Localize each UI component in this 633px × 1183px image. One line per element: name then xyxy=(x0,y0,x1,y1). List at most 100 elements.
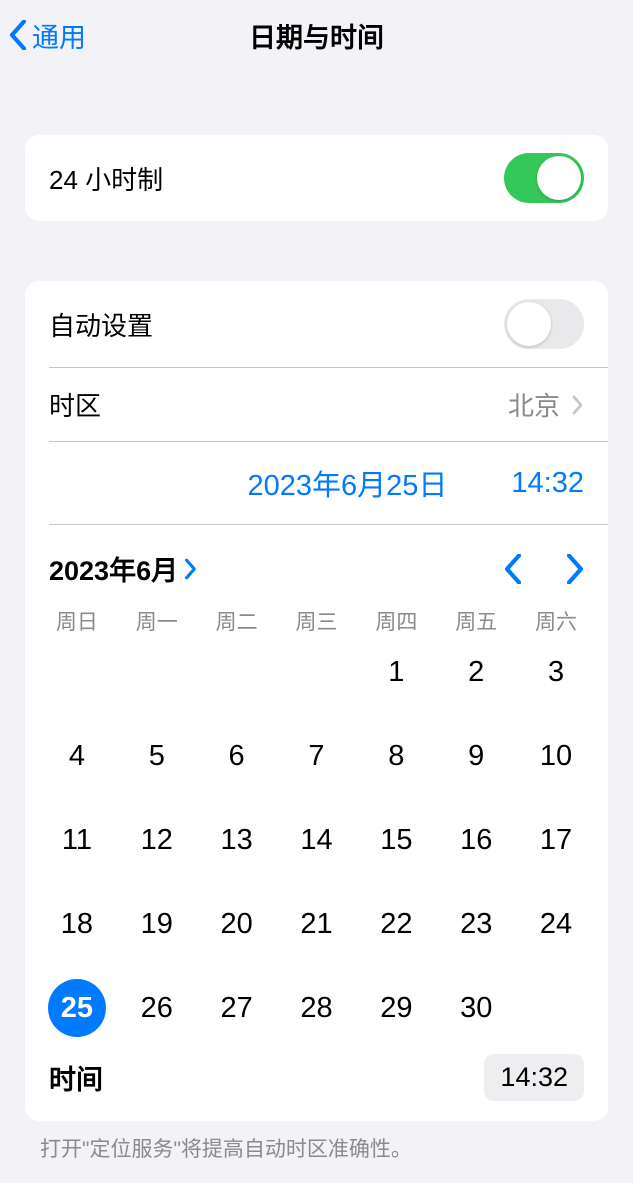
day-number: 16 xyxy=(447,811,505,869)
footer-note: 打开"定位服务"将提高自动时区准确性。 xyxy=(0,1121,633,1163)
toggle-24hour[interactable] xyxy=(504,153,584,203)
calendar-grid: 1234567891011121314151617181920212223242… xyxy=(25,642,608,1048)
chevron-right-icon xyxy=(184,558,198,580)
day-cell[interactable]: 24 xyxy=(516,894,596,954)
day-number: 17 xyxy=(527,811,585,869)
row-autoset: 自动设置 xyxy=(25,281,608,367)
row-autoset-label: 自动设置 xyxy=(49,306,153,343)
weekday-label: 周三 xyxy=(277,606,357,636)
day-number: 27 xyxy=(208,979,266,1037)
day-cell[interactable]: 21 xyxy=(277,894,357,954)
day-cell[interactable]: 7 xyxy=(277,726,357,786)
day-cell[interactable]: 17 xyxy=(516,810,596,870)
day-cell-empty xyxy=(197,642,277,702)
day-number: 15 xyxy=(367,811,425,869)
weekday-label: 周二 xyxy=(197,606,277,636)
day-number: 22 xyxy=(367,895,425,953)
day-number: 3 xyxy=(527,643,585,701)
chevron-right-icon xyxy=(572,395,584,415)
day-cell[interactable]: 14 xyxy=(277,810,357,870)
day-number: 28 xyxy=(287,979,345,1037)
day-cell[interactable]: 9 xyxy=(436,726,516,786)
day-number: 2 xyxy=(447,643,505,701)
day-number: 21 xyxy=(287,895,345,953)
day-cell[interactable]: 18 xyxy=(37,894,117,954)
day-number: 18 xyxy=(48,895,106,953)
day-cell-empty xyxy=(37,642,117,702)
day-number: 13 xyxy=(208,811,266,869)
toggle-autoset[interactable] xyxy=(504,299,584,349)
day-cell-empty xyxy=(117,642,197,702)
current-time[interactable]: 14:32 xyxy=(511,467,584,500)
back-label: 通用 xyxy=(32,16,86,55)
weekday-label: 周四 xyxy=(356,606,436,636)
weekday-label: 周日 xyxy=(37,606,117,636)
day-cell[interactable]: 26 xyxy=(117,978,197,1038)
day-cell[interactable]: 6 xyxy=(197,726,277,786)
day-cell[interactable]: 12 xyxy=(117,810,197,870)
day-cell[interactable]: 19 xyxy=(117,894,197,954)
day-cell[interactable]: 20 xyxy=(197,894,277,954)
toggle-knob xyxy=(537,156,581,200)
day-number: 12 xyxy=(128,811,186,869)
chevron-left-icon xyxy=(8,20,28,50)
day-number: 26 xyxy=(128,979,186,1037)
time-picker-button[interactable]: 14:32 xyxy=(484,1054,584,1101)
weekday-label: 周一 xyxy=(117,606,197,636)
day-number: 20 xyxy=(208,895,266,953)
month-nav-arrows xyxy=(504,554,584,584)
day-cell[interactable]: 8 xyxy=(356,726,436,786)
day-cell[interactable]: 13 xyxy=(197,810,277,870)
day-cell[interactable]: 3 xyxy=(516,642,596,702)
day-cell-empty xyxy=(277,642,357,702)
back-button[interactable]: 通用 xyxy=(8,16,86,55)
toggle-knob xyxy=(507,302,551,346)
day-cell[interactable]: 30 xyxy=(436,978,516,1038)
day-cell[interactable]: 29 xyxy=(356,978,436,1038)
time-row: 时间 14:32 xyxy=(25,1048,608,1121)
day-number: 5 xyxy=(128,727,186,785)
day-cell[interactable]: 5 xyxy=(117,726,197,786)
day-number: 6 xyxy=(208,727,266,785)
month-picker-button[interactable]: 2023年6月 xyxy=(49,549,198,588)
day-cell[interactable]: 25 xyxy=(37,978,117,1038)
row-timezone-label: 时区 xyxy=(49,386,101,423)
day-number: 1 xyxy=(367,643,425,701)
day-cell[interactable]: 1 xyxy=(356,642,436,702)
day-cell[interactable]: 28 xyxy=(277,978,357,1038)
current-date[interactable]: 2023年6月25日 xyxy=(248,462,448,504)
weekday-header: 周日周一周二周三周四周五周六 xyxy=(25,602,608,642)
month-nav: 2023年6月 xyxy=(25,525,608,602)
next-month-button[interactable] xyxy=(566,554,584,584)
day-number: 23 xyxy=(447,895,505,953)
day-cell[interactable]: 4 xyxy=(37,726,117,786)
day-number: 24 xyxy=(527,895,585,953)
page-title: 日期与时间 xyxy=(249,16,384,55)
day-number: 11 xyxy=(48,811,106,869)
weekday-label: 周六 xyxy=(516,606,596,636)
day-number: 4 xyxy=(48,727,106,785)
day-cell[interactable]: 16 xyxy=(436,810,516,870)
weekday-label: 周五 xyxy=(436,606,516,636)
day-cell[interactable]: 22 xyxy=(356,894,436,954)
day-number: 10 xyxy=(527,727,585,785)
row-timezone-value: 北京 xyxy=(508,386,560,423)
current-datetime-row: 2023年6月25日 14:32 xyxy=(25,442,608,524)
day-cell[interactable]: 2 xyxy=(436,642,516,702)
day-cell[interactable]: 23 xyxy=(436,894,516,954)
time-label: 时间 xyxy=(49,1058,103,1097)
row-timezone[interactable]: 时区 北京 xyxy=(25,368,608,441)
prev-month-button[interactable] xyxy=(504,554,522,584)
settings-group-2: 自动设置 时区 北京 2023年6月25日 14:32 2023年6月 周日周一… xyxy=(25,281,608,1121)
day-number: 8 xyxy=(367,727,425,785)
day-cell[interactable]: 27 xyxy=(197,978,277,1038)
day-number: 14 xyxy=(287,811,345,869)
day-cell[interactable]: 15 xyxy=(356,810,436,870)
day-cell[interactable]: 10 xyxy=(516,726,596,786)
row-24hour-label: 24 小时制 xyxy=(49,160,163,197)
day-number: 25 xyxy=(48,979,106,1037)
header: 通用 日期与时间 xyxy=(0,0,633,70)
day-cell[interactable]: 11 xyxy=(37,810,117,870)
day-number: 30 xyxy=(447,979,505,1037)
day-number: 19 xyxy=(128,895,186,953)
